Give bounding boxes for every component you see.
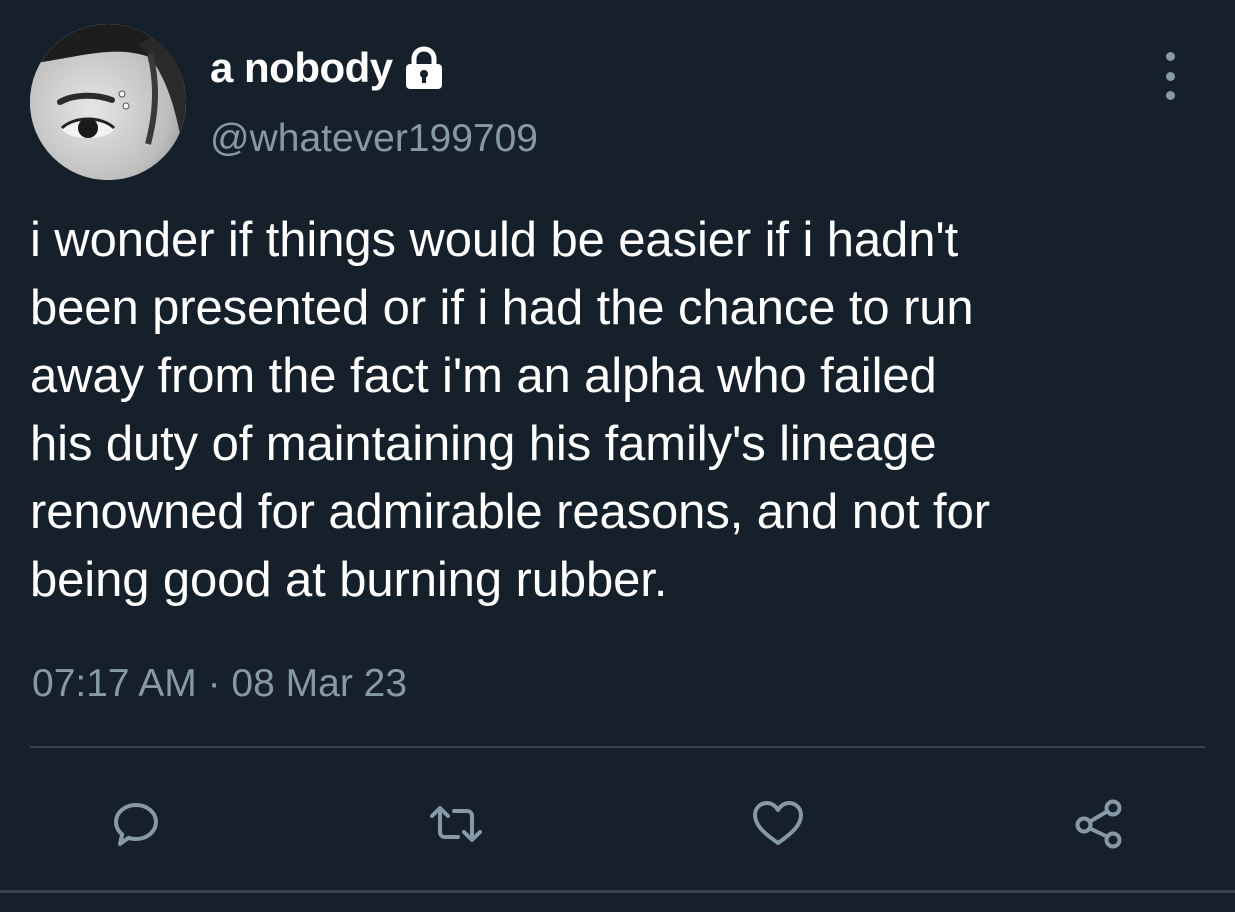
author-name-row: a nobody [210,40,447,96]
avatar[interactable] [30,24,186,180]
bottom-divider [0,890,1235,893]
tweet-timestamp[interactable]: 07:17 AM · 08 Mar 23 [32,662,407,706]
tweet-text: i wonder if things would be easier if i … [30,213,990,607]
like-icon[interactable] [750,796,806,852]
tweet-detail: a nobody @whatever199709 i wonder if thi… [0,0,1235,912]
more-options-dot [1165,91,1175,100]
user-handle[interactable]: @whatever199709 [210,117,538,161]
share-icon[interactable] [1072,796,1128,852]
reply-icon[interactable] [108,796,164,852]
more-options-dot [1165,71,1175,81]
more-options-dot [1165,52,1175,61]
more-options-icon[interactable] [1150,52,1190,100]
display-name[interactable]: a nobody [210,44,393,92]
lock-icon [401,45,447,91]
avatar-image [30,24,186,180]
retweet-icon[interactable] [428,796,484,852]
divider [30,746,1205,748]
